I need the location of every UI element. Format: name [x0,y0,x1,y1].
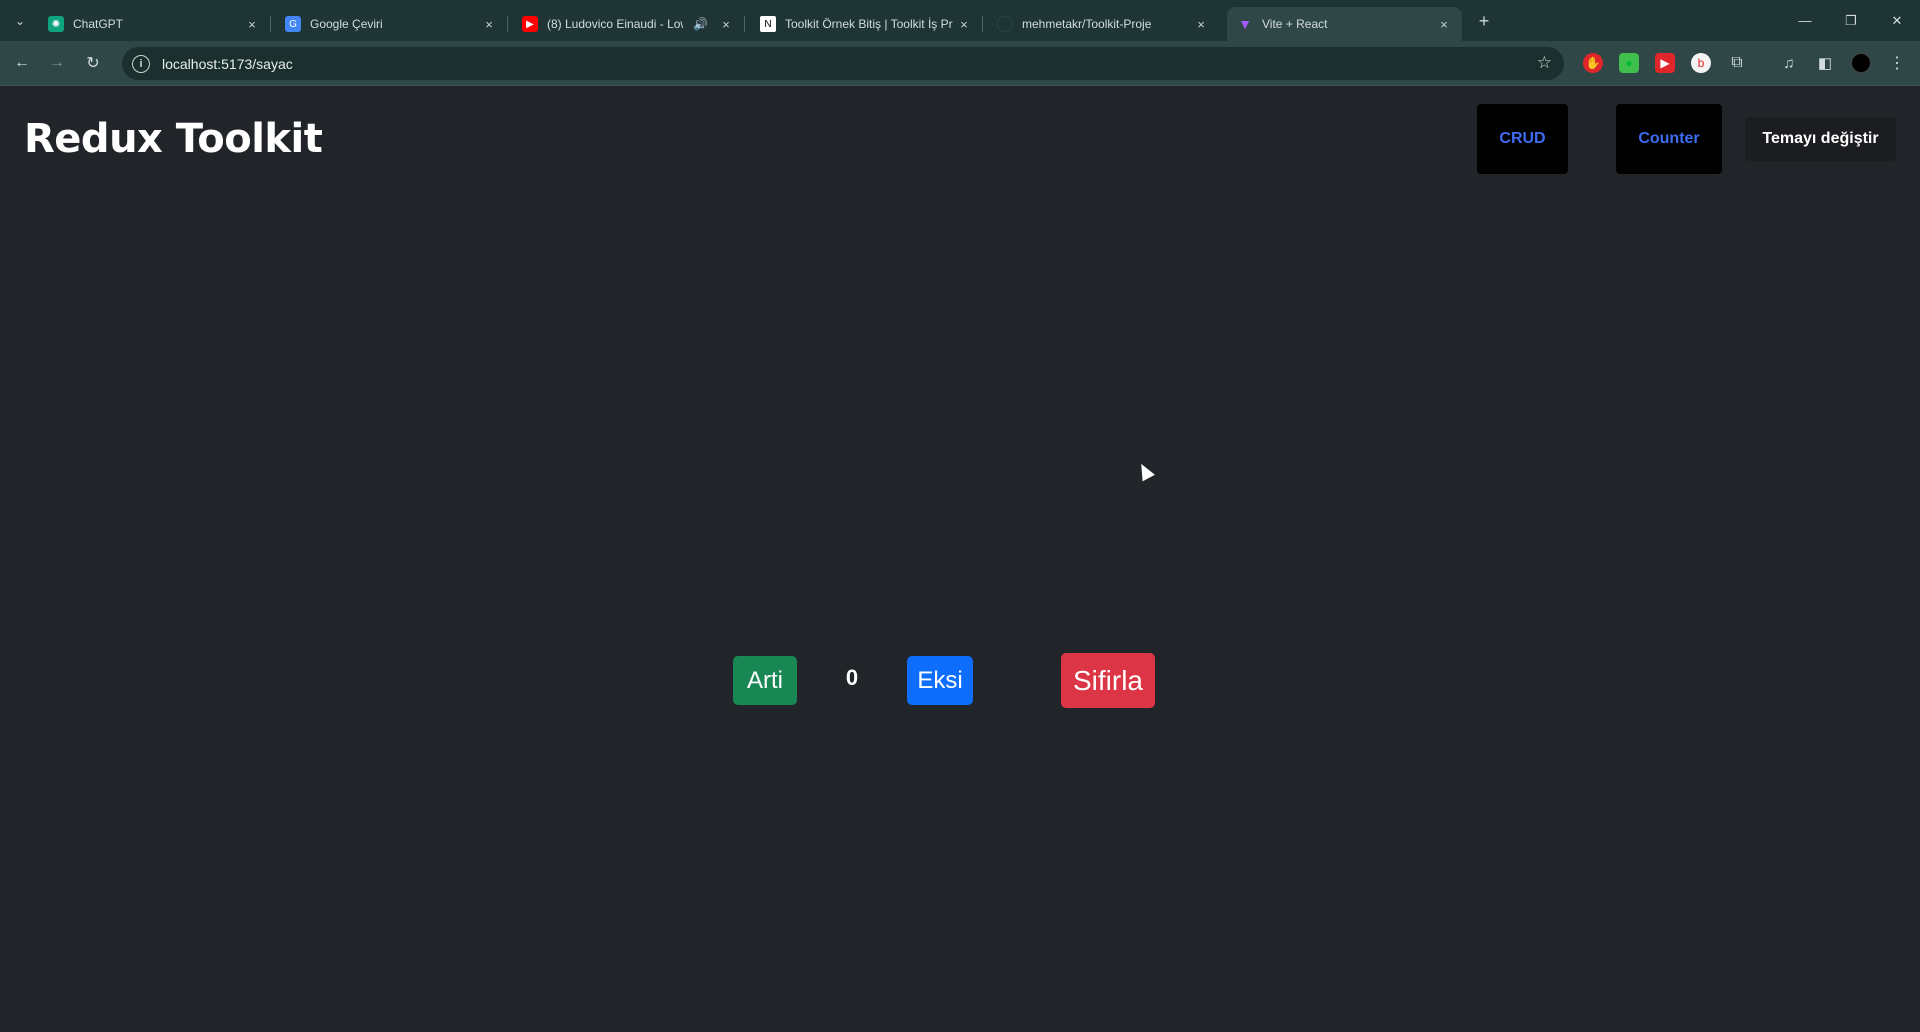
back-button[interactable]: ← [8,49,36,77]
tab-separator [982,16,983,32]
app-brand[interactable]: Redux Toolkit [24,116,323,162]
arrow-right-icon: → [49,54,65,71]
tab-strip: ⌄ ✺ ChatGPT × G Google Çeviri × ▶ (8) Lu… [0,0,1920,41]
decrement-button[interactable]: Eksi [907,656,973,705]
tab-title: mehmetakr/Toolkit-Proje [1022,17,1152,31]
tab-google-translate[interactable]: G Google Çeviri × [275,7,508,41]
tab-youtube[interactable]: ▶ (8) Ludovico Einaudi - Low 🔊 × [512,7,745,41]
mouse-cursor-icon [1135,460,1155,482]
close-icon[interactable]: × [481,16,497,32]
media-control-icon[interactable]: ♫ [1779,53,1799,73]
tab-title: ChatGPT [73,17,124,31]
bookmark-star-icon[interactable]: ☆ [1537,53,1552,73]
tab-vite-react[interactable]: ▼ Vite + React × [1227,7,1462,41]
reload-button[interactable]: ↻ [79,49,107,77]
close-icon[interactable]: × [244,16,260,32]
tab-separator [507,16,508,32]
site-info-icon[interactable]: i [132,54,150,73]
plus-icon: + [1478,10,1490,31]
close-icon: ✕ [1891,12,1903,28]
forward-button[interactable]: → [43,49,71,77]
menu-kebab-icon[interactable]: ⋮ [1887,53,1907,73]
green-extension-icon[interactable]: ● [1619,53,1639,73]
notion-icon: N [760,16,776,32]
red-extension-icon[interactable]: ▶ [1655,53,1675,73]
minimize-button[interactable]: — [1782,0,1828,41]
close-icon[interactable]: × [1436,16,1452,32]
nav-link-crud[interactable]: CRUD [1477,104,1568,174]
restore-button[interactable]: ❐ [1828,0,1874,41]
tab-notion[interactable]: N Toolkit Örnek Bitiş | Toolkit İş Pr × [750,7,983,41]
tab-search-button[interactable]: ⌄ [8,9,32,33]
restore-icon: ❐ [1845,12,1857,28]
app-page: Redux Toolkit CRUD Counter Temayı değişt… [0,87,1920,1032]
side-panel-icon[interactable]: ◧ [1815,53,1835,73]
reset-button[interactable]: Sifirla [1061,653,1155,708]
chatgpt-icon: ✺ [48,16,64,32]
minimize-icon: — [1798,13,1812,28]
arrow-left-icon: ← [14,54,30,71]
tab-title: (8) Ludovico Einaudi - Low [547,17,684,31]
tab-title: Vite + React [1262,17,1328,31]
close-window-button[interactable]: ✕ [1874,0,1920,41]
tab-title: Google Çeviri [310,17,383,31]
vite-icon: ▼ [1238,16,1252,32]
profile-avatar[interactable] [1851,53,1871,73]
counter-value: 0 [845,665,859,690]
new-tab-button[interactable]: + [1472,9,1496,33]
address-url[interactable]: localhost:5173/sayac [162,56,293,72]
tab-separator [270,16,271,32]
increment-button[interactable]: Arti [733,656,797,705]
speaker-icon[interactable]: 🔊 [693,17,708,31]
google-translate-icon: G [285,16,301,32]
tab-title: Toolkit Örnek Bitiş | Toolkit İş Pr [785,17,953,31]
circle-extension-icon[interactable]: b [1691,53,1711,73]
close-icon[interactable]: × [956,16,972,32]
adblock-extension-icon[interactable]: ✋ [1583,53,1603,73]
close-icon[interactable]: × [718,16,734,32]
theme-toggle-button[interactable]: Temayı değiştir [1745,117,1896,161]
close-icon[interactable]: × [1193,16,1209,32]
reload-icon: ↻ [86,55,100,72]
tab-github[interactable]: mehmetakr/Toolkit-Proje × [987,7,1219,41]
nav-link-counter[interactable]: Counter [1616,104,1722,174]
tab-chatgpt[interactable]: ✺ ChatGPT × [38,7,271,41]
youtube-icon: ▶ [522,16,538,32]
extensions-puzzle-icon[interactable]: ⧉ [1727,53,1747,73]
tab-separator [744,16,745,32]
address-bar[interactable]: i localhost:5173/sayac ☆ [122,47,1564,80]
github-icon [997,16,1013,32]
chevron-down-icon: ⌄ [14,14,26,28]
